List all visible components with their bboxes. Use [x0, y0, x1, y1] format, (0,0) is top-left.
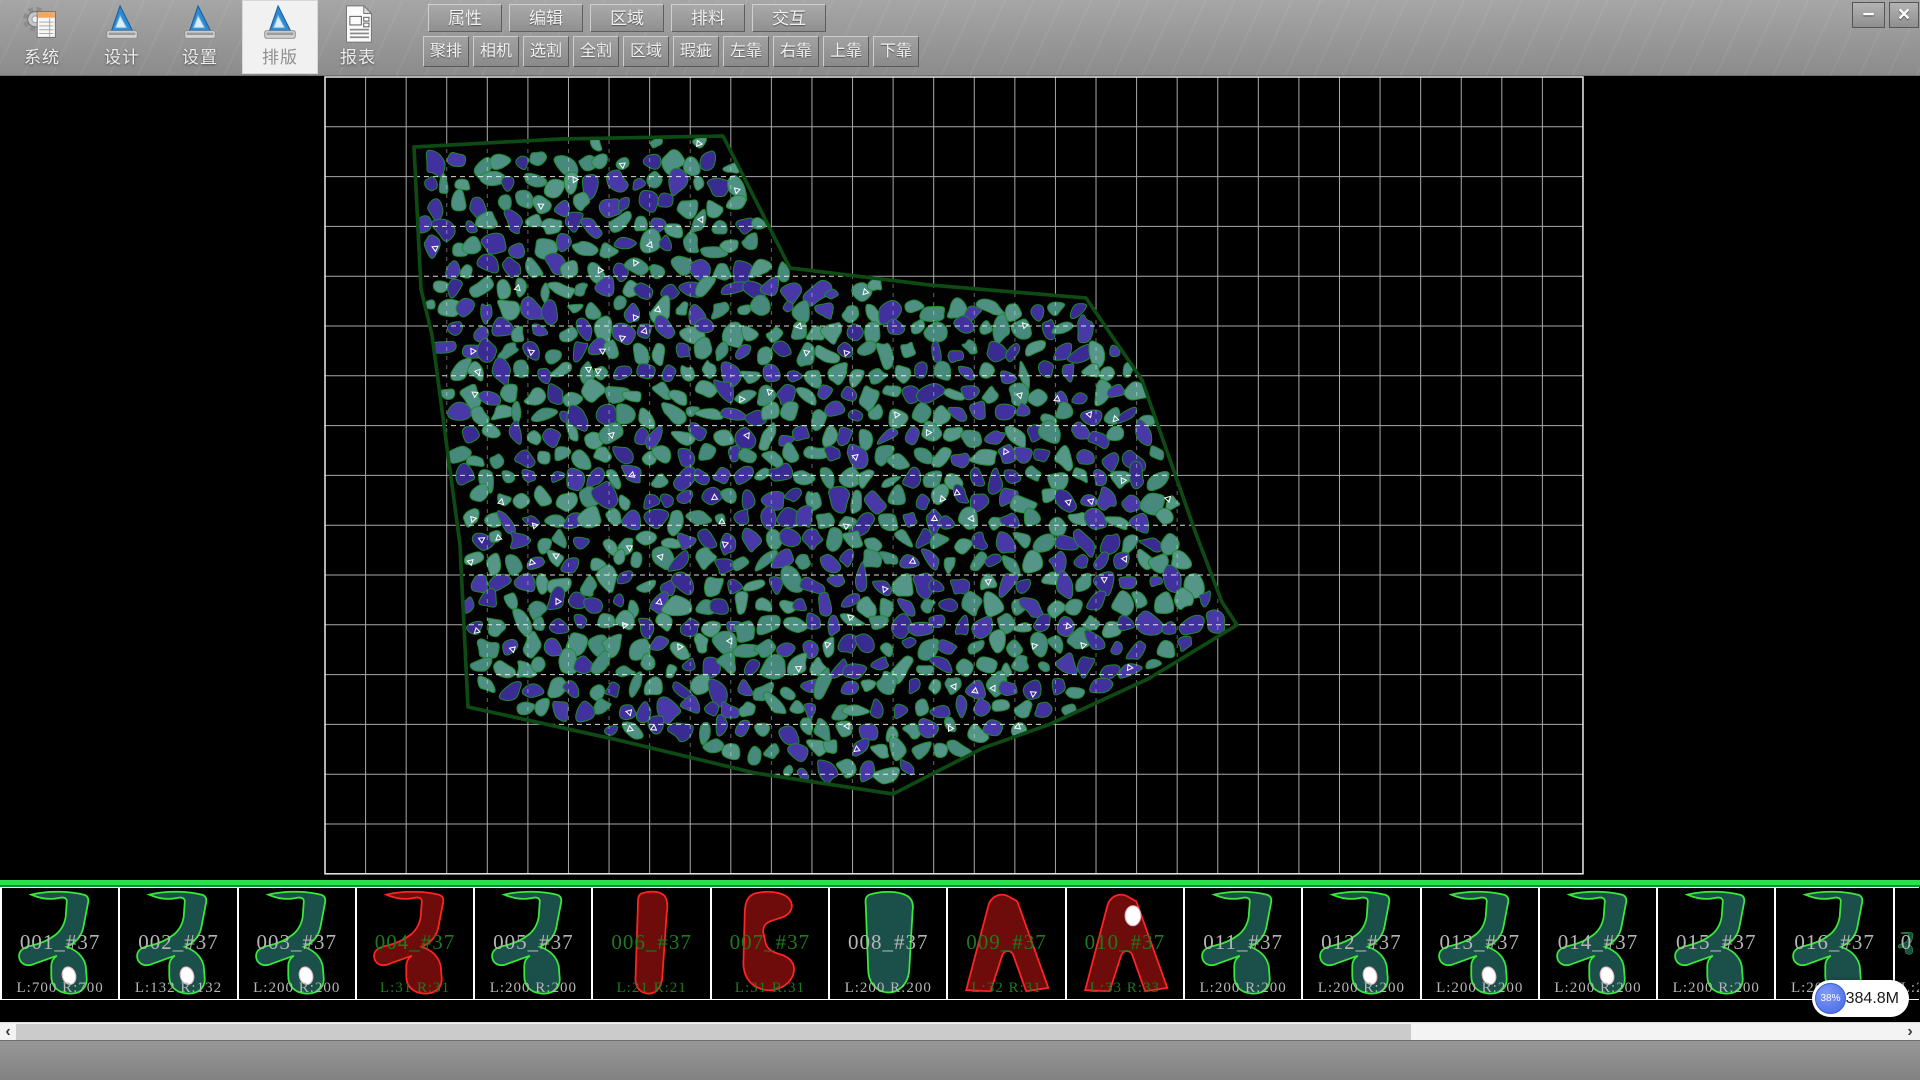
piece-name: 002_#37 — [120, 930, 236, 955]
menu-item-1[interactable]: 属性 — [428, 4, 502, 32]
piece-name: 0 — [1895, 930, 1919, 955]
piece-lr-count: L:200 R:200 — [1658, 980, 1774, 997]
tool-bar: 聚排相机选割全割区域瑕疵左靠右靠上靠下靠 — [423, 36, 919, 67]
memory-badge: 38% 384.8M — [1812, 980, 1909, 1017]
piece-name: 001_#37 — [2, 930, 118, 955]
piece-name: 012_#37 — [1303, 930, 1419, 955]
piece-lr-count: L:200 R:200 — [239, 980, 355, 997]
set-square-icon — [259, 3, 301, 45]
nav-tab-2[interactable]: 设计 — [84, 0, 160, 74]
nav-tab-4[interactable]: 排版 — [242, 0, 318, 74]
menu-bar: 属性编辑区域排料交互 — [428, 4, 826, 32]
tool-button-10[interactable]: 下靠 — [873, 36, 919, 67]
set-square-icon — [101, 3, 143, 45]
scroll-left-icon[interactable]: ‹ — [0, 1023, 16, 1041]
set-square-icon — [179, 3, 221, 45]
piece-cell-15[interactable]: 015_#37 L:200 R:200 — [1656, 887, 1774, 1000]
nesting-canvas-svg — [0, 76, 1920, 880]
piece-name: 003_#37 — [239, 930, 355, 955]
piece-lr-count: L:32 R:31 — [948, 980, 1064, 997]
piece-cell-7[interactable]: 007_#37 L:31 R:31 — [710, 887, 828, 1000]
tool-button-5[interactable]: 区域 — [623, 36, 669, 67]
piece-cell-2[interactable]: 002_#37 L:132 R:132 — [118, 887, 236, 1000]
nav-tab-label: 排版 — [242, 43, 318, 68]
minimize-button[interactable]: − — [1852, 2, 1885, 28]
nav-tab-label: 报表 — [320, 43, 396, 68]
tool-button-3[interactable]: 选割 — [523, 36, 569, 67]
piece-cell-5[interactable]: 005_#37 L:200 R:200 — [473, 887, 591, 1000]
piece-lr-count: L:31 R:31 — [357, 980, 473, 997]
piece-name: 004_#37 — [357, 930, 473, 955]
nav-tab-label: 设置 — [162, 43, 238, 68]
system-gear-icon — [21, 3, 63, 45]
piece-name: 007_#37 — [712, 930, 828, 955]
piece-name: 009_#37 — [948, 930, 1064, 955]
piece-strip: 001_#37 L:700 R:700 002_#37 L:132 R:132 … — [0, 887, 1920, 1000]
piece-name: 008_#37 — [830, 930, 946, 955]
piece-cell-12[interactable]: 012_#37 L:200 R:200 — [1301, 887, 1419, 1000]
piece-lr-count: L:21 R:21 — [593, 980, 709, 997]
nav-tab-5[interactable]: 报表 — [320, 0, 396, 74]
piece-lr-count: L:200 R:200 — [830, 980, 946, 997]
piece-name: 014_#37 — [1540, 930, 1656, 955]
nesting-canvas[interactable] — [0, 76, 1920, 880]
piece-cell-9[interactable]: 009_#37 L:32 R:31 — [946, 887, 1064, 1000]
piece-name: 013_#37 — [1422, 930, 1538, 955]
toolbar: 系统 设计 设置 排版 报表 属性编辑区域排料交互 聚排相机选割全割区域瑕疵左靠… — [0, 0, 1920, 76]
tool-button-9[interactable]: 上靠 — [823, 36, 869, 67]
horizontal-scrollbar[interactable]: ‹ › — [0, 1022, 1920, 1040]
piece-name: 016_#37 — [1776, 930, 1892, 955]
piece-lr-count: L:200 R:200 — [475, 980, 591, 997]
menu-item-3[interactable]: 区域 — [590, 4, 664, 32]
piece-cell-3[interactable]: 003_#37 L:200 R:200 — [237, 887, 355, 1000]
tool-button-1[interactable]: 聚排 — [423, 36, 469, 67]
piece-cell-1[interactable]: 001_#37 L:700 R:700 — [0, 887, 118, 1000]
piece-cell-6[interactable]: 006_#37 L:21 R:21 — [591, 887, 709, 1000]
piece-cell-13[interactable]: 013_#37 L:200 R:200 — [1420, 887, 1538, 1000]
piece-lr-count: L:700 R:700 — [2, 980, 118, 997]
piece-lr-count: L:31 R:31 — [712, 980, 828, 997]
memory-value: 384.8M — [1846, 980, 1899, 1017]
piece-lr-count: L:200 R:200 — [1303, 980, 1419, 997]
piece-name: 010_#37 — [1067, 930, 1183, 955]
report-icon — [337, 3, 379, 45]
piece-name: 011_#37 — [1185, 930, 1301, 955]
tool-button-8[interactable]: 右靠 — [773, 36, 819, 67]
piece-cell-14[interactable]: 014_#37 L:200 R:200 — [1538, 887, 1656, 1000]
memory-percent-badge: 38% — [1815, 983, 1846, 1014]
piece-lr-count: L:132 R:132 — [120, 980, 236, 997]
nav-tab-1[interactable]: 系统 — [4, 0, 80, 74]
close-button[interactable]: × — [1889, 2, 1919, 28]
nav-tab-3[interactable]: 设置 — [162, 0, 238, 74]
tool-button-7[interactable]: 左靠 — [723, 36, 769, 67]
nav-tab-label: 设计 — [84, 43, 160, 68]
piece-cell-8[interactable]: 008_#37 L:200 R:200 — [828, 887, 946, 1000]
piece-lr-count: L:200 R:200 — [1422, 980, 1538, 997]
piece-lr-count: L:33 R:33 — [1067, 980, 1183, 997]
status-bar — [0, 1040, 1920, 1080]
scrollbar-thumb[interactable] — [16, 1024, 1411, 1040]
tool-button-6[interactable]: 瑕疵 — [673, 36, 719, 67]
piece-name: 015_#37 — [1658, 930, 1774, 955]
menu-item-5[interactable]: 交互 — [752, 4, 826, 32]
tool-button-2[interactable]: 相机 — [473, 36, 519, 67]
application-window: 系统 设计 设置 排版 报表 属性编辑区域排料交互 聚排相机选割全割区域瑕疵左靠… — [0, 0, 1920, 1080]
piece-lr-count: L:200 R:200 — [1540, 980, 1656, 997]
piece-name: 005_#37 — [475, 930, 591, 955]
piece-cell-10[interactable]: 010_#37 L:33 R:33 — [1065, 887, 1183, 1000]
piece-cell-4[interactable]: 004_#37 L:31 R:31 — [355, 887, 473, 1000]
menu-item-2[interactable]: 编辑 — [509, 4, 583, 32]
nav-tab-label: 系统 — [4, 43, 80, 68]
piece-name: 006_#37 — [593, 930, 709, 955]
strip-gap — [0, 1000, 1920, 1022]
piece-lr-count: L:200 R:200 — [1185, 980, 1301, 997]
piece-cell-11[interactable]: 011_#37 L:200 R:200 — [1183, 887, 1301, 1000]
tool-button-4[interactable]: 全割 — [573, 36, 619, 67]
menu-item-4[interactable]: 排料 — [671, 4, 745, 32]
scroll-right-icon[interactable]: › — [1902, 1023, 1918, 1041]
